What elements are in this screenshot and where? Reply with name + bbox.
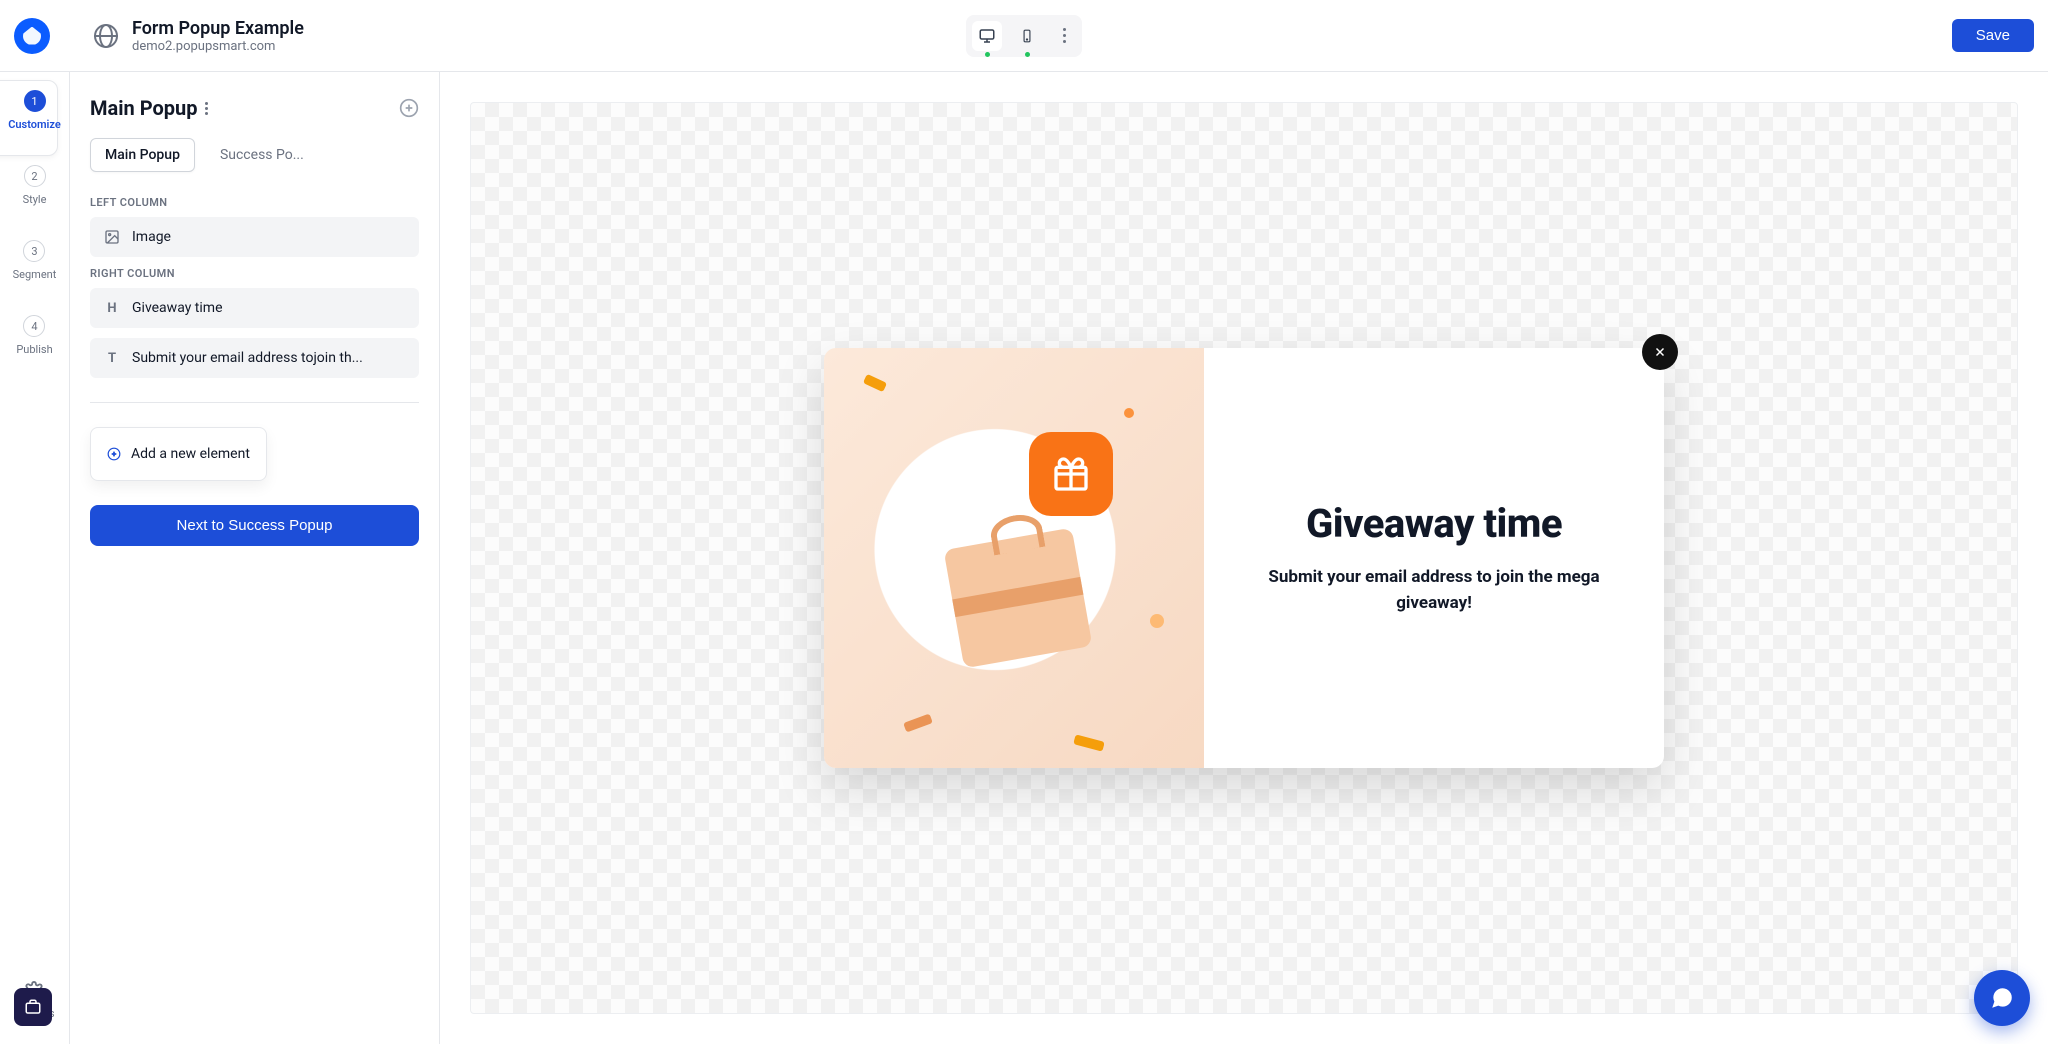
element-label: Submit your email address tojoin th... <box>132 350 363 366</box>
next-step-button[interactable]: Next to Success Popup <box>90 505 419 546</box>
add-element-button[interactable]: Add a new element <box>90 427 267 481</box>
element-label: Giveaway time <box>132 300 223 316</box>
step-rail: 1 Customize 2 Style 3 Segment 4 Publish … <box>0 72 70 1044</box>
element-label: Image <box>132 229 171 245</box>
step-publish[interactable]: 4 Publish <box>16 315 52 356</box>
confetti-icon <box>863 374 887 392</box>
gift-box-icon <box>944 528 1093 669</box>
step-label: Customize <box>8 118 61 131</box>
step-number: 1 <box>24 90 46 112</box>
add-element-label: Add a new element <box>131 446 250 462</box>
status-dot-icon <box>985 52 990 57</box>
confetti-icon <box>1124 408 1134 418</box>
popup-content-pane: Giveaway time Submit your email address … <box>1204 348 1664 768</box>
chat-icon <box>1989 985 2015 1011</box>
popup-headline: Giveaway time <box>1306 500 1562 547</box>
divider <box>90 402 419 403</box>
image-icon <box>104 229 120 245</box>
device-mobile-button[interactable] <box>1012 21 1042 51</box>
project-title: Form Popup Example <box>132 18 304 39</box>
project-title-block: Form Popup Example demo2.popupsmart.com <box>132 18 304 54</box>
app-header: Form Popup Example demo2.popupsmart.com … <box>0 0 2048 72</box>
project-domain: demo2.popupsmart.com <box>132 39 304 54</box>
close-icon <box>1653 345 1667 359</box>
text-icon: T <box>104 350 120 366</box>
panel-title: Main Popup <box>90 96 197 120</box>
save-button[interactable]: Save <box>1952 19 2034 52</box>
plus-icon <box>107 447 121 461</box>
device-desktop-button[interactable] <box>972 21 1002 51</box>
step-number: 4 <box>23 315 45 337</box>
step-number: 2 <box>24 165 46 187</box>
confetti-icon <box>1150 614 1164 628</box>
briefcase-icon <box>24 998 42 1016</box>
right-column-label: RIGHT COLUMN <box>90 267 419 280</box>
element-heading[interactable]: H Giveaway time <box>90 288 419 328</box>
preview-canvas: Giveaway time Submit your email address … <box>470 102 2018 1014</box>
left-column-label: LEFT COLUMN <box>90 196 419 209</box>
device-switcher <box>966 15 1082 57</box>
tab-main-popup[interactable]: Main Popup <box>90 138 195 172</box>
app-logo[interactable] <box>14 18 50 54</box>
status-dot-icon <box>1025 52 1030 57</box>
popup-preview: Giveaway time Submit your email address … <box>824 348 1664 768</box>
heading-icon: H <box>104 300 120 316</box>
popup-subtext: Submit your email address to join the me… <box>1244 565 1624 616</box>
step-label: Segment <box>13 268 57 281</box>
step-style[interactable]: 2 Style <box>23 165 47 206</box>
step-customize[interactable]: 1 Customize <box>8 90 61 131</box>
confetti-icon <box>1073 734 1105 751</box>
element-text[interactable]: T Submit your email address tojoin th... <box>90 338 419 378</box>
briefcase-button[interactable] <box>14 988 52 1026</box>
gift-badge-icon <box>1029 432 1113 516</box>
editor-panel: Main Popup Main Popup Success Po... LEFT… <box>70 72 440 1044</box>
add-popup-button[interactable] <box>399 98 419 118</box>
step-label: Publish <box>16 343 52 356</box>
step-segment[interactable]: 3 Segment <box>13 240 57 281</box>
panel-menu-button[interactable] <box>205 102 208 115</box>
popup-close-button[interactable] <box>1642 334 1678 370</box>
panel-header: Main Popup <box>90 96 419 120</box>
globe-icon <box>94 24 118 48</box>
device-more-button[interactable] <box>1052 28 1076 43</box>
element-image[interactable]: Image <box>90 217 419 257</box>
step-number: 3 <box>23 240 45 262</box>
popup-tabs: Main Popup Success Po... <box>90 138 419 172</box>
confetti-icon <box>903 714 933 733</box>
popup-image-pane <box>824 348 1204 768</box>
chat-widget-button[interactable] <box>1974 970 2030 1026</box>
step-label: Style <box>23 193 47 206</box>
tab-success-popup[interactable]: Success Po... <box>205 138 319 172</box>
